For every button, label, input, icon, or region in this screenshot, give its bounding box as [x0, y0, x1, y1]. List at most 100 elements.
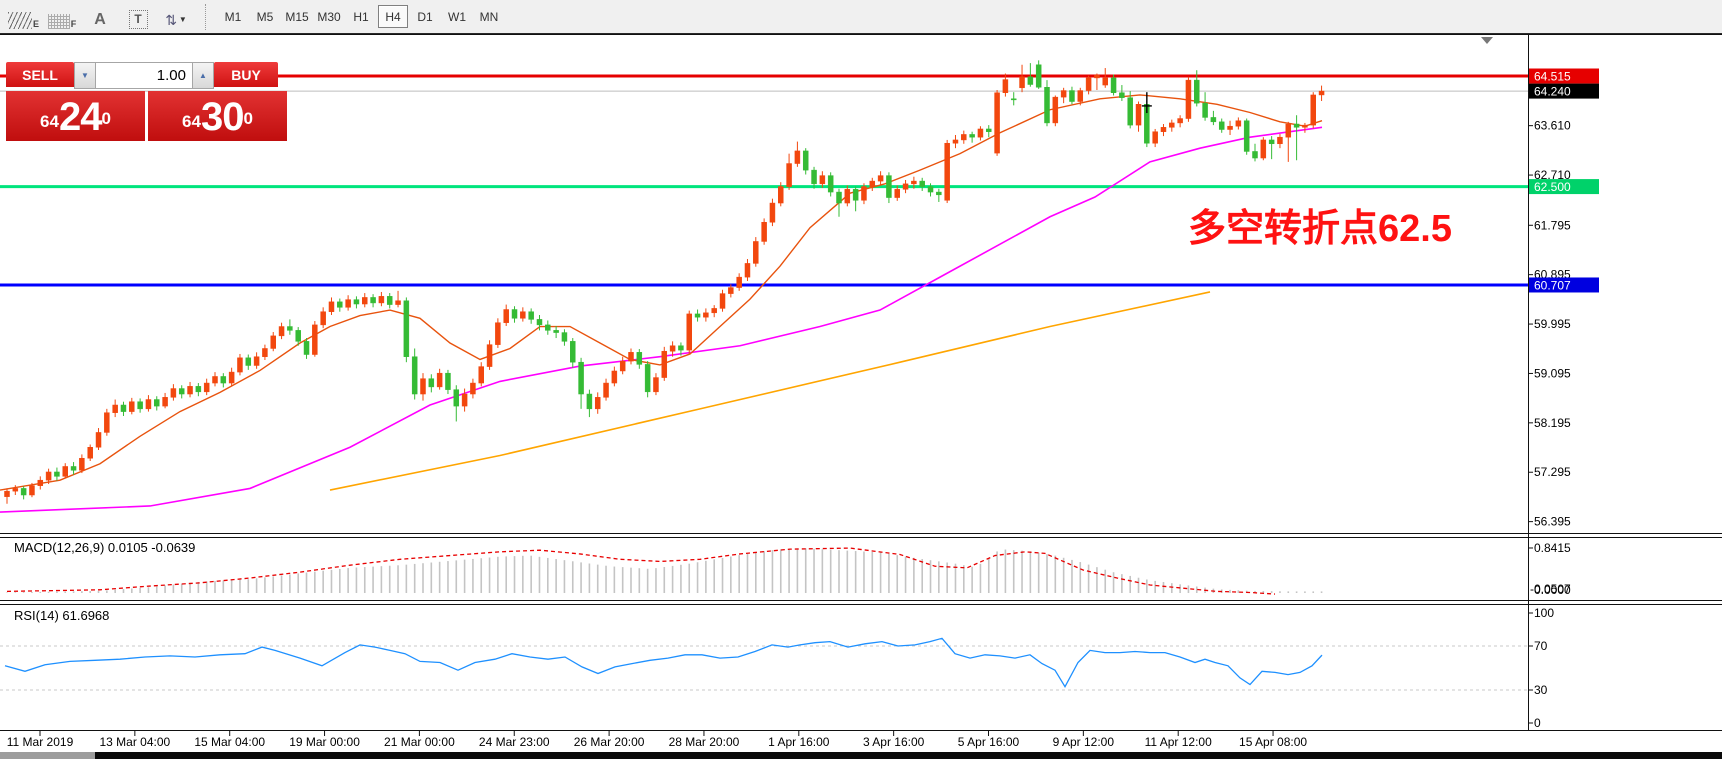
candle-body — [861, 187, 866, 201]
sell-button[interactable]: SELL — [6, 62, 74, 89]
candle-body — [645, 364, 650, 391]
candle-body — [188, 386, 193, 394]
candle-body — [1302, 125, 1307, 127]
price-axis-label: 56.395 — [1534, 515, 1571, 529]
price-axis-label: 57.295 — [1534, 465, 1571, 479]
candle-body — [529, 312, 534, 320]
price-axis-label: 59.095 — [1534, 366, 1571, 380]
candle-body — [803, 151, 808, 170]
candle-body — [154, 400, 159, 407]
candle-body — [1094, 75, 1099, 78]
window-resize-grip[interactable] — [0, 752, 95, 759]
buy-button[interactable]: BUY — [214, 62, 278, 89]
ask-price-panel[interactable]: 64300 — [148, 91, 287, 141]
candle-body — [928, 187, 933, 192]
time-axis-label: 9 Apr 12:00 — [1053, 735, 1115, 749]
candle-body — [362, 297, 367, 304]
time-axis-label: 5 Apr 16:00 — [958, 735, 1020, 749]
candle-body — [920, 181, 925, 186]
candle-body — [670, 346, 675, 351]
candle-body — [1161, 127, 1166, 131]
candle-body — [213, 376, 218, 383]
bid-price-panel[interactable]: 64240 — [6, 91, 145, 141]
candle-body — [221, 376, 226, 383]
candle-body — [179, 389, 184, 394]
candle-body — [520, 312, 525, 319]
candle-body — [903, 184, 908, 189]
candle-body — [287, 327, 292, 331]
candle-body — [104, 413, 109, 433]
candle-body — [512, 310, 517, 319]
candle-body — [1244, 121, 1249, 152]
candle-body — [687, 314, 692, 350]
candle-body — [870, 181, 875, 186]
candle-body — [995, 93, 1000, 153]
candle-body — [1036, 65, 1041, 88]
candle-body — [396, 301, 401, 305]
candle-body — [1169, 123, 1174, 127]
candle-body — [262, 348, 267, 356]
candle-body — [1069, 91, 1074, 102]
candle-body — [113, 405, 118, 413]
price-axis-label: 63.610 — [1534, 119, 1571, 133]
price-axis-label: 59.995 — [1534, 317, 1571, 331]
time-axis-label: 15 Mar 04:00 — [194, 735, 265, 749]
candle-body — [163, 397, 168, 406]
candle-body — [329, 302, 334, 312]
candle-body — [837, 192, 842, 203]
candle-body — [986, 129, 991, 132]
candle-body — [1086, 78, 1091, 91]
candle-body — [587, 394, 592, 409]
candle-body — [1028, 77, 1033, 85]
candle-body — [371, 297, 376, 302]
candle-body — [762, 222, 767, 241]
time-axis-label: 1 Apr 16:00 — [768, 735, 830, 749]
candle-body — [953, 140, 958, 143]
candle-body — [1053, 97, 1058, 123]
chart-text-annotation: 多空转折点62.5 — [1188, 197, 1538, 252]
candle-body — [454, 390, 459, 406]
candle-body — [1061, 91, 1066, 98]
candle-body — [421, 379, 426, 394]
candle-body — [695, 314, 700, 317]
rsi-axis-label: 0 — [1534, 716, 1541, 730]
candle-body — [1186, 80, 1191, 118]
candle-body — [678, 346, 683, 350]
candle-body — [54, 472, 59, 476]
candle-body — [1020, 77, 1025, 88]
candle-body — [537, 319, 542, 324]
volume-increase-button[interactable]: ▲ — [192, 62, 214, 89]
price-axis-label: 58.195 — [1534, 416, 1571, 430]
rsi-axis-label: 70 — [1534, 639, 1548, 653]
candle-body — [828, 176, 833, 192]
volume-decrease-button[interactable]: ▼ — [74, 62, 96, 89]
candle-body — [279, 327, 284, 336]
candle-body — [961, 134, 966, 139]
time-axis-label: 24 Mar 23:00 — [479, 735, 550, 749]
one-click-trade-widget: SELL ▼ ▲ BUY 64240 64300 — [6, 62, 287, 141]
candle-body — [795, 151, 800, 164]
candle-body — [737, 277, 742, 287]
candle-body — [1194, 80, 1199, 103]
candle-body — [604, 383, 609, 397]
candle-body — [1128, 98, 1133, 125]
candle-body — [71, 466, 76, 470]
window-bottom-edge — [0, 752, 1722, 759]
candle-body — [38, 480, 43, 485]
price-axis-label: 61.795 — [1534, 218, 1571, 232]
ask-price-sup: 0 — [243, 91, 252, 147]
candle-body — [712, 308, 717, 312]
volume-input[interactable] — [96, 62, 192, 89]
candle-body — [204, 383, 209, 392]
chart-background — [0, 34, 1722, 759]
candle-body — [504, 310, 509, 323]
trading-platform-window: EFAT⇅▼ M1M5M15M30H1H4D1W1MN ▲ USOil-,H4 … — [0, 0, 1722, 759]
candle-body — [545, 325, 550, 330]
ask-price-prefix: 64 — [182, 107, 201, 137]
candle-body — [1219, 122, 1224, 130]
bid-price-main: 24 — [59, 97, 102, 137]
candle-body — [437, 373, 442, 387]
candle-body — [321, 312, 326, 325]
candle-body — [96, 432, 101, 447]
candle-body — [487, 345, 492, 367]
